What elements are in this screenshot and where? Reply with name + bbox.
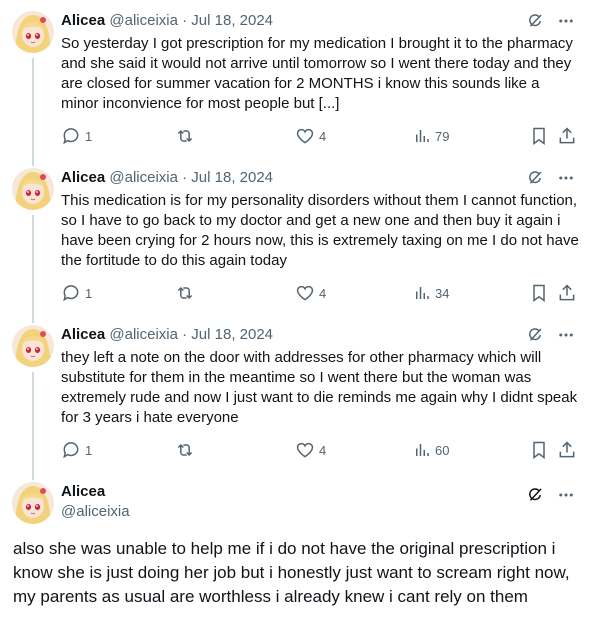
like-count: 4 bbox=[319, 285, 327, 301]
bookmark-icon bbox=[529, 440, 549, 460]
tweet-text: So yesterday I got prescription for my m… bbox=[61, 35, 573, 112]
avatar[interactable] bbox=[12, 482, 54, 524]
repost-icon bbox=[175, 440, 195, 460]
author-handle[interactable]: @aliceixia bbox=[61, 502, 130, 522]
focused-tweet-text: also she was unable to help me if i do n… bbox=[13, 539, 570, 606]
grok-icon[interactable] bbox=[526, 326, 544, 349]
like-icon bbox=[295, 440, 315, 460]
bookmark-icon bbox=[529, 283, 549, 303]
views-count: 79 bbox=[435, 128, 450, 144]
tweet-header: Alicea @aliceixia · Jul 18, 2024 bbox=[61, 168, 593, 188]
like-button[interactable]: 4 bbox=[295, 126, 326, 146]
tweet-text: they left a note on the door with addres… bbox=[61, 349, 578, 426]
tweet[interactable]: Alicea @aliceixia · Jul 18, 2024 So yest… bbox=[0, 11, 593, 157]
more-icon[interactable] bbox=[557, 12, 575, 35]
grok-icon[interactable] bbox=[526, 169, 544, 192]
views-button[interactable]: 60 bbox=[413, 440, 449, 460]
tweet-header: Alicea @aliceixia · Jul 18, 2024 bbox=[61, 11, 593, 31]
action-bar: 1 4 60 bbox=[61, 440, 593, 460]
handle-and-date[interactable]: @aliceixia · Jul 18, 2024 bbox=[109, 12, 273, 29]
share-icon bbox=[557, 283, 577, 303]
share-icon bbox=[557, 126, 577, 146]
repost-icon bbox=[175, 126, 195, 146]
author-name[interactable]: Alicea bbox=[61, 169, 105, 186]
more-icon[interactable] bbox=[557, 486, 575, 509]
bookmark-button[interactable] bbox=[529, 440, 549, 460]
views-count: 34 bbox=[435, 285, 450, 301]
like-button[interactable]: 4 bbox=[295, 440, 326, 460]
like-button[interactable]: 4 bbox=[295, 283, 326, 303]
author-name[interactable]: Alicea bbox=[61, 326, 105, 343]
share-button[interactable] bbox=[557, 440, 577, 460]
tweet-header: Alicea @aliceixia · Jul 18, 2024 bbox=[61, 325, 593, 345]
like-icon bbox=[295, 126, 315, 146]
focused-tweet[interactable]: Alicea @aliceixia also she was unable to… bbox=[0, 482, 593, 641]
repost-button[interactable] bbox=[175, 126, 199, 146]
views-icon bbox=[413, 284, 431, 302]
tweet[interactable]: Alicea @aliceixia · Jul 18, 2024 This me… bbox=[0, 168, 593, 314]
more-icon[interactable] bbox=[557, 169, 575, 192]
bookmark-button[interactable] bbox=[529, 126, 549, 146]
grok-icon[interactable] bbox=[526, 12, 544, 35]
reply-count: 1 bbox=[85, 442, 93, 458]
reply-count: 1 bbox=[85, 128, 93, 144]
bookmark-button[interactable] bbox=[529, 283, 549, 303]
like-icon bbox=[295, 283, 315, 303]
views-button[interactable]: 79 bbox=[413, 126, 449, 146]
repost-button[interactable] bbox=[175, 440, 199, 460]
author-name[interactable]: Alicea bbox=[61, 12, 105, 29]
like-count: 4 bbox=[319, 442, 327, 458]
grok-icon[interactable] bbox=[526, 486, 544, 509]
tweet[interactable]: Alicea @aliceixia · Jul 18, 2024 they le… bbox=[0, 325, 593, 471]
like-count: 4 bbox=[319, 128, 327, 144]
more-icon[interactable] bbox=[557, 326, 575, 349]
avatar[interactable] bbox=[12, 11, 54, 53]
author-name[interactable]: Alicea bbox=[61, 482, 130, 502]
focused-header: Alicea @aliceixia bbox=[61, 482, 130, 522]
action-bar: 1 4 34 bbox=[61, 283, 593, 303]
reply-button[interactable]: 1 bbox=[61, 283, 92, 303]
views-button[interactable]: 34 bbox=[413, 283, 449, 303]
views-icon bbox=[413, 127, 431, 145]
repost-button[interactable] bbox=[175, 283, 199, 303]
reply-icon bbox=[61, 440, 81, 460]
handle-and-date[interactable]: @aliceixia · Jul 18, 2024 bbox=[109, 326, 273, 343]
views-icon bbox=[413, 441, 431, 459]
repost-icon bbox=[175, 283, 195, 303]
avatar[interactable] bbox=[12, 168, 54, 210]
reply-button[interactable]: 1 bbox=[61, 126, 92, 146]
views-count: 60 bbox=[435, 442, 450, 458]
share-button[interactable] bbox=[557, 283, 577, 303]
avatar[interactable] bbox=[12, 325, 54, 367]
reply-count: 1 bbox=[85, 285, 93, 301]
share-button[interactable] bbox=[557, 126, 577, 146]
reply-icon bbox=[61, 126, 81, 146]
tweet-text: This medication is for my personality di… bbox=[61, 192, 579, 269]
handle-and-date[interactable]: @aliceixia · Jul 18, 2024 bbox=[109, 169, 273, 186]
reply-icon bbox=[61, 283, 81, 303]
reply-button[interactable]: 1 bbox=[61, 440, 92, 460]
bookmark-icon bbox=[529, 126, 549, 146]
share-icon bbox=[557, 440, 577, 460]
action-bar: 1 4 79 bbox=[61, 126, 593, 146]
